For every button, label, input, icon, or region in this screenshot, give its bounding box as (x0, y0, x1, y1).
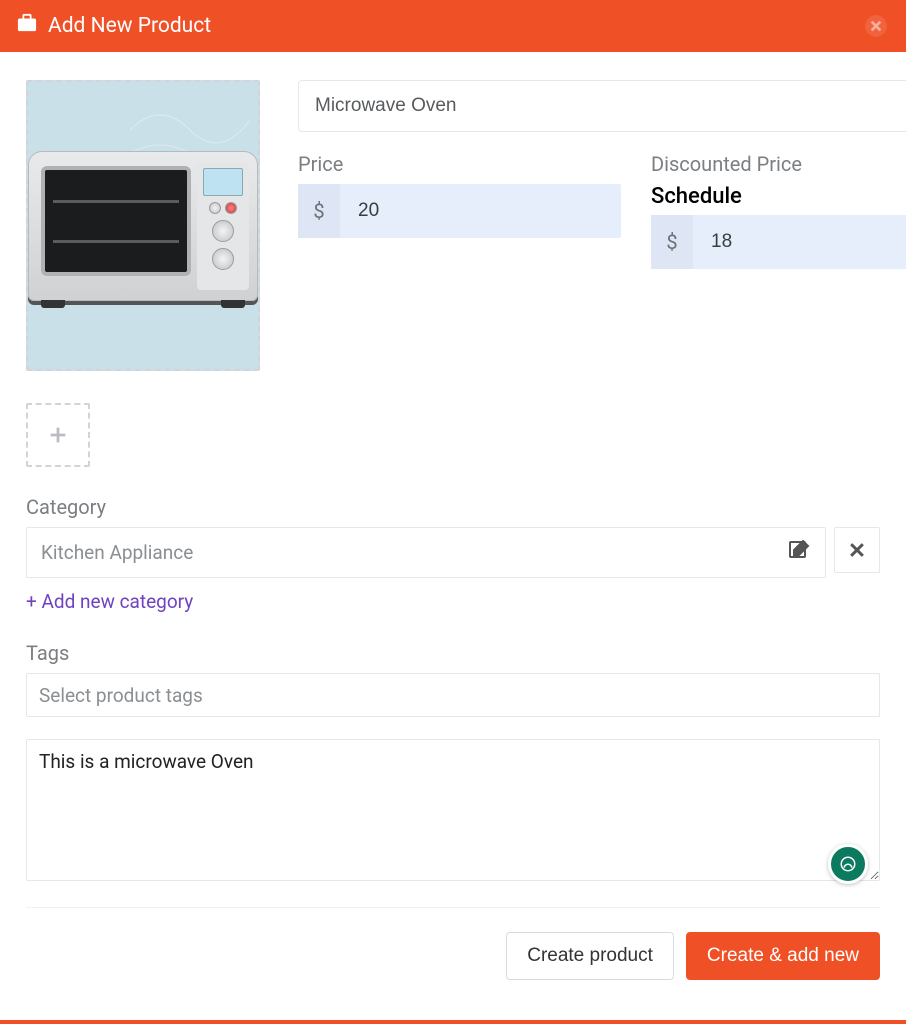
chat-support-button[interactable] (828, 844, 868, 884)
add-image-button[interactable] (26, 403, 90, 467)
create-and-add-new-button[interactable]: Create & add new (686, 932, 880, 980)
discounted-price-input[interactable] (693, 215, 906, 269)
tags-label: Tags (26, 641, 880, 665)
category-selected-value: Kitchen Appliance (41, 541, 193, 564)
modal-title: Add New Product (48, 14, 211, 38)
description-textarea[interactable] (26, 739, 880, 881)
category-select[interactable]: Kitchen Appliance (26, 527, 826, 578)
remove-category-button[interactable] (834, 527, 880, 573)
product-image-preview (28, 151, 258, 301)
product-image-upload[interactable] (26, 80, 260, 371)
bottom-accent-bar (0, 1020, 906, 1024)
edit-category-icon[interactable] (787, 538, 811, 567)
discounted-price-label: Discounted Price (651, 152, 906, 176)
discounted-input-group: $ (651, 215, 906, 269)
briefcase-icon (16, 13, 38, 39)
schedule-label: Schedule (651, 184, 906, 209)
tags-placeholder: Select product tags (39, 684, 203, 707)
category-label: Category (26, 495, 880, 519)
tags-input[interactable]: Select product tags (26, 673, 880, 717)
create-product-button[interactable]: Create product (506, 932, 674, 980)
currency-symbol: $ (651, 215, 693, 269)
modal-header: Add New Product (0, 0, 906, 52)
product-name-input[interactable] (298, 80, 906, 132)
add-category-link[interactable]: + Add new category (26, 590, 193, 613)
currency-symbol: $ (298, 184, 340, 238)
price-input[interactable] (340, 184, 621, 238)
price-input-group: $ (298, 184, 621, 238)
modal-footer: Create product Create & add new (26, 907, 880, 980)
price-label: Price (298, 152, 621, 176)
close-button[interactable] (862, 12, 890, 40)
